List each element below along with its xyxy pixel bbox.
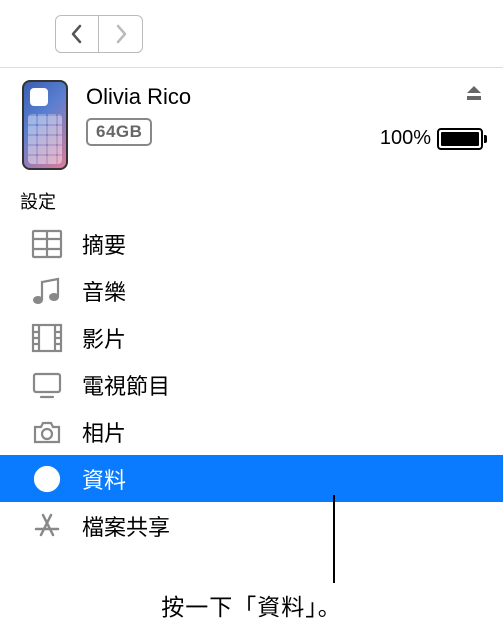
sidebar-item-label: 電視節目 — [82, 369, 170, 401]
battery-icon — [437, 128, 483, 150]
sidebar-item-tv[interactable]: 電視節目 — [0, 361, 503, 408]
sidebar-item-music[interactable]: 音樂 — [0, 267, 503, 314]
battery-percentage: 100% — [380, 127, 431, 150]
section-label: 設定 — [0, 178, 503, 220]
sidebar-item-movies[interactable]: 影片 — [0, 314, 503, 361]
tv-icon — [30, 369, 64, 401]
storage-badge: 64GB — [86, 118, 152, 146]
nav-toolbar — [0, 0, 503, 63]
sidebar-item-label: 檔案共享 — [82, 510, 170, 542]
sidebar-item-label: 摘要 — [82, 228, 126, 260]
sidebar-item-label: 影片 — [82, 322, 126, 354]
sidebar-item-photos[interactable]: 相片 — [0, 408, 503, 455]
sidebar-item-label: 相片 — [82, 416, 126, 448]
apps-icon — [30, 510, 64, 542]
annotation-text: 按一下「資料」。 — [0, 588, 503, 622]
sidebar-item-info[interactable]: 資料 — [0, 455, 503, 502]
eject-button[interactable] — [465, 86, 483, 109]
device-name: Olivia Rico — [86, 84, 380, 110]
summary-icon — [30, 228, 64, 260]
sidebar-item-label: 音樂 — [82, 275, 126, 307]
sidebar-item-filesharing[interactable]: 檔案共享 — [0, 502, 503, 549]
music-icon — [30, 275, 64, 307]
device-header: Olivia Rico 64GB 100% — [0, 68, 503, 178]
film-icon — [30, 322, 64, 354]
camera-icon — [30, 416, 64, 448]
back-button[interactable] — [55, 15, 99, 53]
annotation-callout-line — [333, 495, 335, 583]
info-icon — [30, 463, 64, 495]
sidebar-item-label: 資料 — [82, 463, 126, 495]
forward-button[interactable] — [99, 15, 143, 53]
sidebar-list: 摘要 音樂 影片 — [0, 220, 503, 549]
device-thumbnail — [22, 80, 68, 170]
sidebar-item-summary[interactable]: 摘要 — [0, 220, 503, 267]
